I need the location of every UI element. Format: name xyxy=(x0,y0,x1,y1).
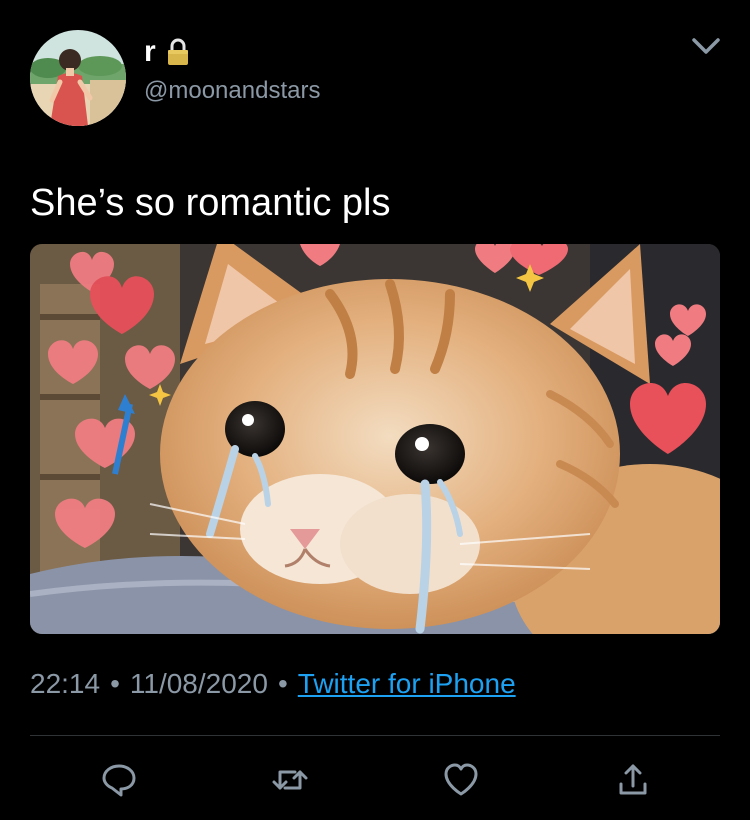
like-button[interactable] xyxy=(441,760,481,800)
share-icon xyxy=(619,764,647,795)
meta-separator: • xyxy=(110,668,120,699)
tweet-metadata: 22:14 • 11/08/2020 • Twitter for iPhone xyxy=(30,664,516,704)
avatar-illustration xyxy=(30,30,126,126)
heart-icon xyxy=(444,763,478,796)
retweet-button[interactable] xyxy=(270,760,310,800)
share-button[interactable] xyxy=(613,760,653,800)
chevron-down-icon[interactable] xyxy=(688,32,724,60)
tweet-time: 22:14 xyxy=(30,668,101,699)
retweet-icon xyxy=(272,770,308,790)
reply-icon xyxy=(102,764,136,797)
author-name-row[interactable]: r xyxy=(144,34,190,70)
tweet-date: 11/08/2020 xyxy=(129,668,268,699)
avatar[interactable] xyxy=(30,30,126,126)
reply-button[interactable] xyxy=(99,760,139,800)
display-name[interactable]: r xyxy=(144,34,156,70)
user-handle[interactable]: @moonandstars xyxy=(144,76,320,106)
crying-cat-image xyxy=(30,244,720,634)
tweet-source-link[interactable]: Twitter for iPhone xyxy=(298,668,516,699)
divider xyxy=(30,735,720,736)
tweet-media[interactable] xyxy=(30,244,720,634)
tweet-text: She’s so romantic pls xyxy=(30,182,391,224)
lock-icon xyxy=(166,37,190,67)
meta-separator: • xyxy=(277,668,288,699)
